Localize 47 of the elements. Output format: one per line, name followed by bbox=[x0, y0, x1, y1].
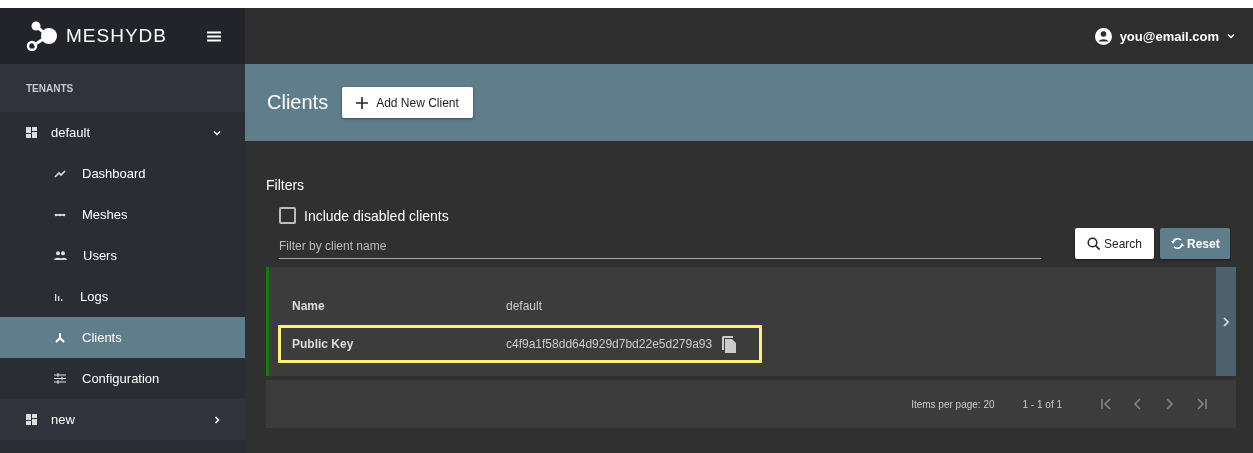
sliders-icon bbox=[54, 373, 66, 384]
checkbox[interactable] bbox=[279, 207, 296, 224]
field-value: default bbox=[506, 299, 543, 313]
brand-name: MESHYDB bbox=[66, 25, 168, 47]
people-icon bbox=[54, 251, 67, 260]
chevron-down-icon bbox=[1227, 32, 1235, 40]
fork-icon bbox=[54, 332, 66, 343]
plus-icon bbox=[356, 96, 369, 109]
chevron-down-icon bbox=[213, 128, 221, 137]
items-per-page: Items per page: 20 bbox=[911, 398, 995, 410]
nav-item[interactable]: Configuration bbox=[0, 358, 245, 399]
dashboard-icon bbox=[26, 127, 37, 138]
filters-heading: Filters bbox=[266, 177, 306, 193]
copy-icon[interactable] bbox=[721, 335, 738, 353]
next-page-icon[interactable] bbox=[1165, 398, 1175, 410]
nav-item[interactable]: Logs bbox=[0, 276, 245, 317]
previous-page-icon[interactable] bbox=[1133, 398, 1143, 410]
nav-item[interactable]: Dashboard bbox=[0, 153, 245, 194]
chevron-right-icon bbox=[213, 415, 221, 424]
logo-icon bbox=[26, 21, 60, 51]
user-menu[interactable]: you@email.com bbox=[1094, 27, 1235, 45]
dashboard-icon bbox=[26, 414, 37, 425]
refresh-icon bbox=[1170, 237, 1186, 250]
dots-icon bbox=[54, 212, 66, 217]
field-label: Public Key bbox=[292, 337, 355, 351]
nav-item[interactable]: Users bbox=[0, 235, 245, 276]
last-page-icon[interactable] bbox=[1197, 398, 1207, 410]
section-heading: TENANTS bbox=[0, 64, 245, 112]
search-icon bbox=[1087, 237, 1100, 250]
field-label: Name bbox=[292, 299, 326, 313]
add-client-button[interactable]: Add New Client bbox=[342, 87, 473, 118]
checkbox-label: Include disabled clients bbox=[304, 207, 449, 224]
nav-item[interactable]: Meshes bbox=[0, 194, 245, 235]
filter-field[interactable]: Filter by client name bbox=[279, 233, 1041, 259]
menu-icon[interactable] bbox=[207, 30, 221, 42]
nav-item[interactable]: Clients bbox=[0, 317, 245, 358]
bar-chart-icon bbox=[54, 292, 64, 301]
search-button[interactable]: Search bbox=[1075, 228, 1155, 259]
chevron-right-icon bbox=[1223, 316, 1229, 327]
tenant-item[interactable]: new bbox=[0, 399, 245, 440]
account-icon bbox=[1094, 27, 1112, 45]
reset-button[interactable]: Reset bbox=[1160, 228, 1230, 259]
trend-line-icon bbox=[54, 169, 66, 178]
first-page-icon[interactable] bbox=[1101, 398, 1111, 410]
field-value: c4f9a1f58dd64d929d7bd22e5d279a93 bbox=[506, 337, 713, 351]
page-title: Clients bbox=[267, 91, 329, 114]
page-range: 1 - 1 of 1 bbox=[1022, 398, 1062, 410]
